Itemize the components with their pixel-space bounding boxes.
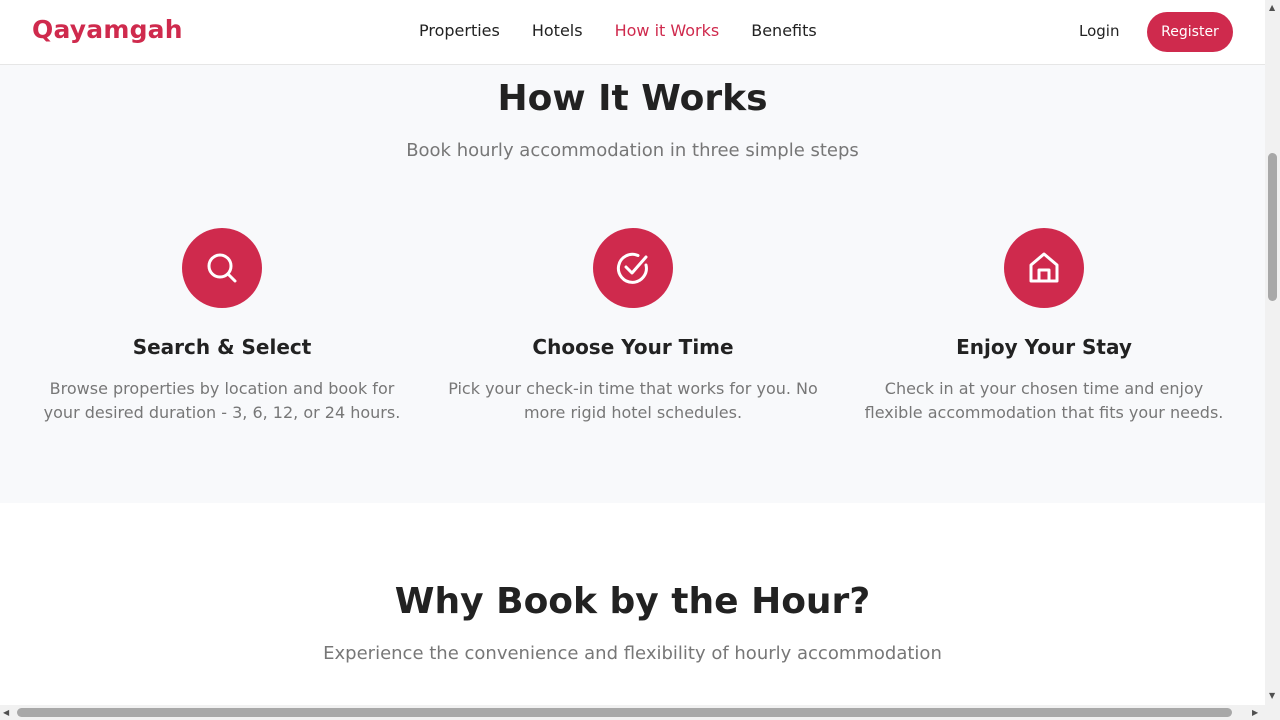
step-description: Pick your check-in time that works for y… [448,379,818,422]
horizontal-scroll-thumb[interactable] [17,708,1232,717]
vertical-scrollbar[interactable]: ▲ ▼ [1265,0,1280,705]
page-viewport: Qayamgah Properties Hotels How it Works … [0,0,1265,705]
nav-how-it-works[interactable]: How it Works [615,21,720,40]
nav-properties[interactable]: Properties [419,21,500,40]
step-title: Search & Select [132,335,312,359]
brand-logo[interactable]: Qayamgah [32,15,183,44]
how-it-works-subtitle: Book hourly accommodation in three simpl… [406,140,859,161]
scroll-left-arrow-icon[interactable]: ◀ [3,708,9,717]
check-circle-icon [593,228,673,308]
how-it-works-section: How It Works Book hourly accommodation i… [0,65,1265,503]
step-card: Enjoy Your Stay Check in at your chosen … [849,228,1239,425]
main-nav: Properties Hotels How it Works Benefits [419,21,817,40]
step-card: Search & Select Browse properties by loc… [27,228,417,425]
home-icon [1004,228,1084,308]
scroll-right-arrow-icon[interactable]: ▶ [1252,708,1258,717]
nav-benefits[interactable]: Benefits [751,21,817,40]
register-button[interactable]: Register [1147,12,1233,52]
nav-hotels[interactable]: Hotels [532,21,583,40]
step-title: Choose Your Time [532,335,734,359]
scroll-up-arrow-icon[interactable]: ▲ [1269,3,1275,12]
scrollbar-corner [1265,705,1280,720]
why-section: Why Book by the Hour? Experience the con… [0,503,1265,705]
vertical-scroll-thumb[interactable] [1268,153,1277,301]
step-title: Enjoy Your Stay [956,335,1132,359]
login-link[interactable]: Login [1079,22,1119,40]
search-icon [182,228,262,308]
step-description: Browse properties by location and book f… [43,379,401,422]
horizontal-scrollbar[interactable]: ◀ ▶ [0,705,1265,720]
how-it-works-title: How It Works [497,78,768,119]
step-description: Check in at your chosen time and enjoy f… [864,379,1224,422]
scroll-down-arrow-icon[interactable]: ▼ [1269,691,1275,700]
why-title: Why Book by the Hour? [394,581,871,622]
site-header: Qayamgah Properties Hotels How it Works … [0,0,1265,65]
step-card: Choose Your Time Pick your check-in time… [438,228,828,425]
why-subtitle: Experience the convenience and flexibili… [323,643,942,664]
